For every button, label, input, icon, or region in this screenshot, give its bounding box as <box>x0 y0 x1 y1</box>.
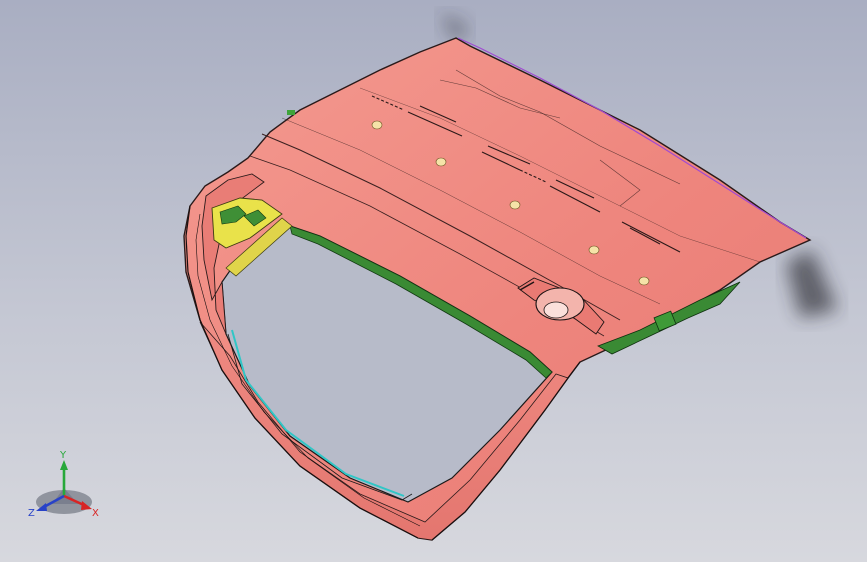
top-shadow <box>440 12 470 40</box>
tailgate-model[interactable] <box>0 0 867 562</box>
side-shadow <box>786 250 838 318</box>
top-marker <box>287 110 295 115</box>
y-axis-label: Y <box>59 450 67 461</box>
x-axis-label: X <box>92 508 99 519</box>
view-triad[interactable]: Y X Z <box>22 448 106 522</box>
cad-viewport[interactable]: Y X Z <box>0 0 867 562</box>
z-axis-label: Z <box>28 508 35 519</box>
y-axis-arrow <box>60 460 68 470</box>
